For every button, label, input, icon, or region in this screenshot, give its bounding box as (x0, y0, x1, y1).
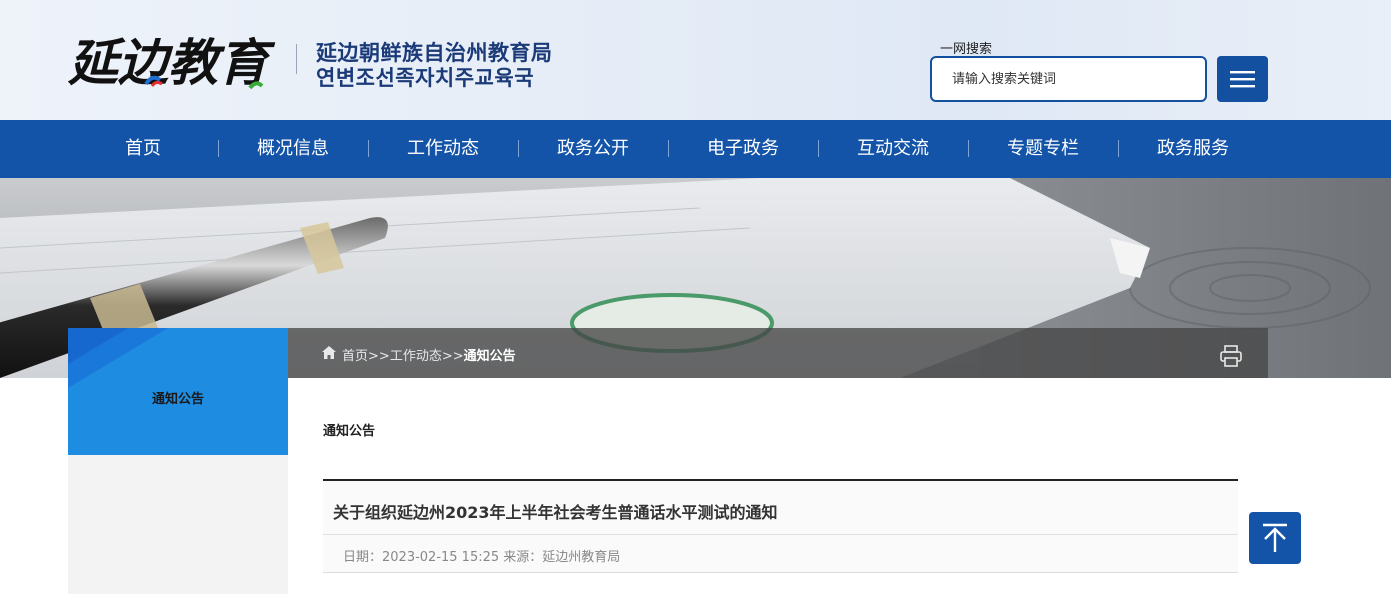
article-divider (323, 572, 1238, 573)
article-header: 关于组织延边州2023年上半年社会考生普通话水平测试的通知 日期：2023-02… (323, 479, 1238, 573)
nav-item-gov-affairs-open[interactable]: 政务公开 (518, 120, 668, 178)
nav-item-overview[interactable]: 概况信息 (218, 120, 368, 178)
breadcrumb: 首页>>工作动态>>通知公告 (342, 345, 516, 364)
hamburger-menu-icon (1230, 71, 1255, 88)
breadcrumb-home[interactable]: 首页 (342, 349, 368, 364)
section-title: 通知公告 (323, 424, 376, 439)
nav-item-interaction[interactable]: 互动交流 (818, 120, 968, 178)
print-icon[interactable] (1220, 345, 1242, 367)
menu-button[interactable] (1217, 56, 1268, 102)
nav-item-special-topics[interactable]: 专题专栏 (968, 120, 1118, 178)
home-icon[interactable] (322, 346, 336, 359)
sidebar-header: 通知公告 (68, 328, 288, 455)
site-header: 延边教育 延边朝鲜族自治州教育局 연변조선족자치주교육국 一网搜索 (0, 0, 1391, 120)
breadcrumb-separator: >> (368, 349, 390, 364)
site-logo-calligraphy[interactable]: 延边教育 (68, 28, 278, 92)
search-label: 一网搜索 (940, 42, 993, 57)
back-to-top-button[interactable] (1249, 512, 1301, 564)
org-name-korean: 연변조선족자치주교육국 (316, 66, 535, 90)
main-nav: 首页 概况信息 工作动态 政务公开 电子政务 互动交流 专题专栏 政务服务 (0, 120, 1391, 178)
article-title: 关于组织延边州2023年上半年社会考生普通话水平测试的通知 (333, 503, 778, 522)
nav-item-e-government[interactable]: 电子政务 (668, 120, 818, 178)
search-input[interactable] (932, 58, 1205, 100)
article-divider (323, 534, 1238, 535)
logo-divider (296, 44, 297, 74)
sidebar-title[interactable]: 通知公告 (68, 388, 288, 407)
sidebar-body (68, 455, 288, 594)
breadcrumb-current: 通知公告 (463, 349, 516, 364)
nav-item-gov-services[interactable]: 政务服务 (1118, 120, 1268, 178)
article-meta: 日期：2023-02-15 15:25 来源：延边州教育局 (343, 550, 621, 565)
breadcrumb-work-news[interactable]: 工作动态 (390, 349, 442, 364)
breadcrumb-separator: >> (441, 349, 464, 364)
logo-calligraphy-text: 延边教育 (68, 33, 276, 92)
search-box (930, 56, 1207, 102)
arrow-up-icon (1263, 523, 1287, 552)
nav-item-work-news[interactable]: 工作动态 (368, 120, 518, 178)
nav-item-home[interactable]: 首页 (68, 120, 218, 178)
breadcrumb-bar: 首页>>工作动态>>通知公告 (288, 328, 1268, 378)
